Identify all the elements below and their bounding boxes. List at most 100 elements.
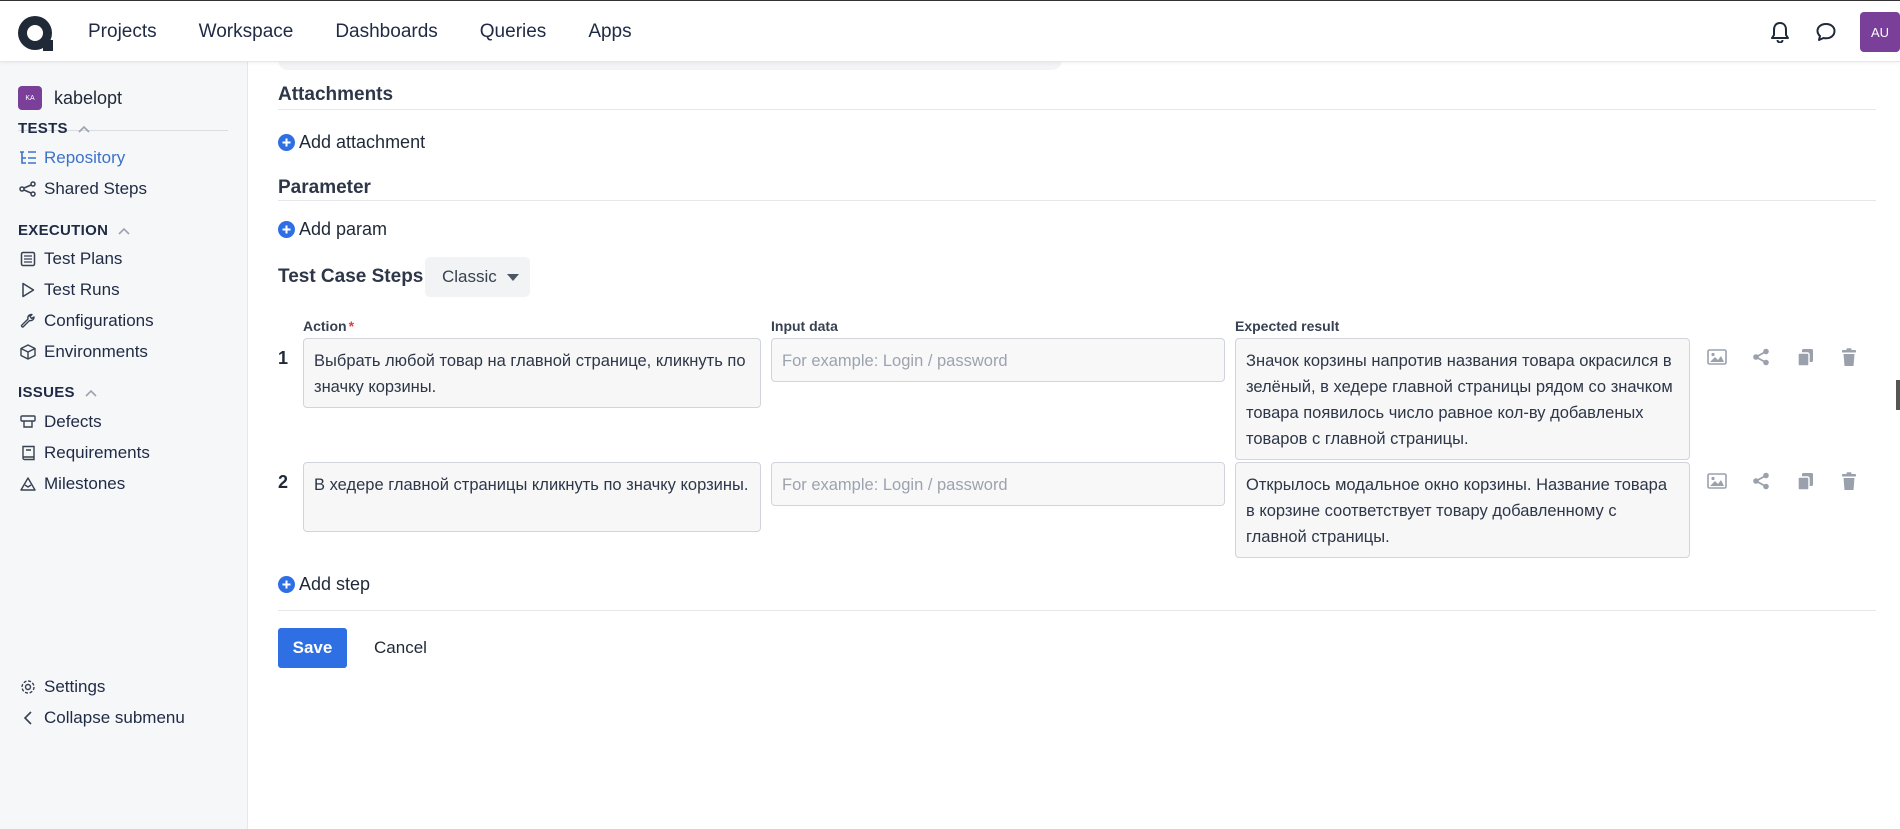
save-button[interactable]: Save [278,628,347,668]
sidebar-item-label: Settings [44,677,106,696]
sidebar-item-label: Environments [44,342,148,361]
chevron-up-icon [85,389,97,397]
step-actions [1705,469,1881,493]
plus-circle-icon [278,134,295,151]
nav-dashboards[interactable]: Dashboards [335,21,437,43]
section-issues-label: ISSUES [18,384,75,401]
sidebar-item-repository[interactable]: Repository [18,148,125,168]
gear-icon [18,677,38,697]
section-tests[interactable]: TESTS [18,120,90,137]
collapse-submenu-button[interactable]: Collapse submenu [18,708,185,728]
sidebar-item-label: Test Plans [44,249,123,268]
play-icon [18,280,38,300]
wrench-icon [18,311,38,331]
project-switcher[interactable]: KA kabelopt [18,86,122,110]
copy-icon[interactable] [1793,345,1817,369]
cube-icon [18,342,38,362]
step-action-field[interactable]: Выбрать любой товар на главной странице,… [303,338,761,408]
sidebar-item-environments[interactable]: Environments [18,342,148,362]
section-tests-label: TESTS [18,120,68,137]
step-expected-field[interactable]: Открылось модальное окно корзины. Назван… [1235,462,1690,558]
sidebar-item-defects[interactable]: Defects [18,412,102,432]
top-navbar: Projects Workspace Dashboards Queries Ap… [0,0,1900,62]
image-icon[interactable] [1705,469,1729,493]
step-number: 1 [278,348,289,368]
add-attachment-button[interactable]: Add attachment [278,132,425,153]
add-param-label: Add param [299,219,388,239]
section-divider [278,200,1876,201]
chat-icon[interactable] [1814,20,1838,44]
sidebar-item-label: Collapse submenu [44,708,185,727]
col-action-label: Action * [303,318,354,334]
step-number: 2 [278,472,289,492]
sidebar-item-label: Repository [44,148,126,167]
sidebar-item-label: Defects [44,412,102,431]
main-content: Attachments Add attachment Parameter Add… [249,56,1900,829]
share-icon[interactable] [1749,345,1773,369]
col-action-text: Action [303,318,347,334]
parameter-title: Parameter [278,177,371,198]
trash-icon[interactable] [1837,469,1861,493]
sidebar-item-shared-steps[interactable]: Shared Steps [18,179,147,199]
trash-icon[interactable] [1837,345,1861,369]
sidebar-item-test-runs[interactable]: Test Runs [18,280,120,300]
chevron-up-icon [78,125,90,133]
plus-circle-icon [278,221,295,238]
milestone-icon [18,474,38,494]
add-param-button[interactable]: Add param [278,219,387,240]
top-icons: AU [1768,1,1900,63]
section-divider [278,610,1876,611]
nav-workspace[interactable]: Workspace [199,21,294,43]
nav-apps[interactable]: Apps [588,21,631,43]
required-marker: * [348,318,355,334]
sidebar-item-milestones[interactable]: Milestones [18,474,125,494]
sidebar-item-test-plans[interactable]: Test Plans [18,249,122,269]
sidebar-item-configurations[interactable]: Configurations [18,311,154,331]
nav-projects[interactable]: Projects [88,21,157,43]
share-nodes-icon [18,179,38,199]
step-expected-field[interactable]: Значок корзины напротив названия товара … [1235,338,1690,460]
share-icon[interactable] [1749,469,1773,493]
chevron-up-icon [118,227,130,235]
test-case-steps-title: Test Case Steps [278,266,424,287]
plus-circle-icon [278,576,295,593]
col-expected-label: Expected result [1235,318,1340,334]
bell-icon[interactable] [1768,20,1792,44]
repository-icon [18,148,38,168]
add-step-label: Add step [299,574,371,594]
section-divider [278,109,1876,110]
section-execution[interactable]: EXECUTION [18,222,130,239]
section-execution-label: EXECUTION [18,222,109,239]
step-actions [1705,345,1881,369]
steps-mode-select[interactable]: Classic [425,257,530,297]
step-input-field[interactable]: For example: Login / password [771,462,1225,506]
book-icon [18,443,38,463]
chevron-left-icon [18,708,38,728]
app-logo-icon[interactable] [16,14,54,52]
sidebar-item-label: Configurations [44,311,154,330]
cancel-button[interactable]: Cancel [363,628,438,668]
nav-queries[interactable]: Queries [480,21,547,43]
steps-mode-value: Classic [442,267,497,286]
add-attachment-label: Add attachment [299,132,426,152]
step-input-field[interactable]: For example: Login / password [771,338,1225,382]
col-input-label: Input data [771,318,838,334]
sidebar-item-label: Requirements [44,443,150,462]
copy-icon[interactable] [1793,469,1817,493]
section-issues[interactable]: ISSUES [18,384,97,401]
step-action-field[interactable]: В хедере главной страницы кликнуть по зн… [303,462,761,532]
add-step-button[interactable]: Add step [278,574,370,595]
project-name: kabelopt [54,87,123,108]
defects-icon [18,412,38,432]
scrollbar-thumb[interactable] [1896,380,1900,410]
list-icon [18,249,38,269]
image-icon[interactable] [1705,345,1729,369]
sidebar-item-requirements[interactable]: Requirements [18,443,150,463]
main-nav: Projects Workspace Dashboards Queries Ap… [88,1,674,63]
attachments-title: Attachments [278,84,394,105]
sidebar-item-settings[interactable]: Settings [18,677,105,697]
project-badge: KA [18,86,42,110]
user-avatar[interactable]: AU [1860,12,1900,52]
sidebar-item-label: Shared Steps [44,179,148,198]
sidebar: KA kabelopt TESTS Repository Shared Step… [0,62,248,829]
